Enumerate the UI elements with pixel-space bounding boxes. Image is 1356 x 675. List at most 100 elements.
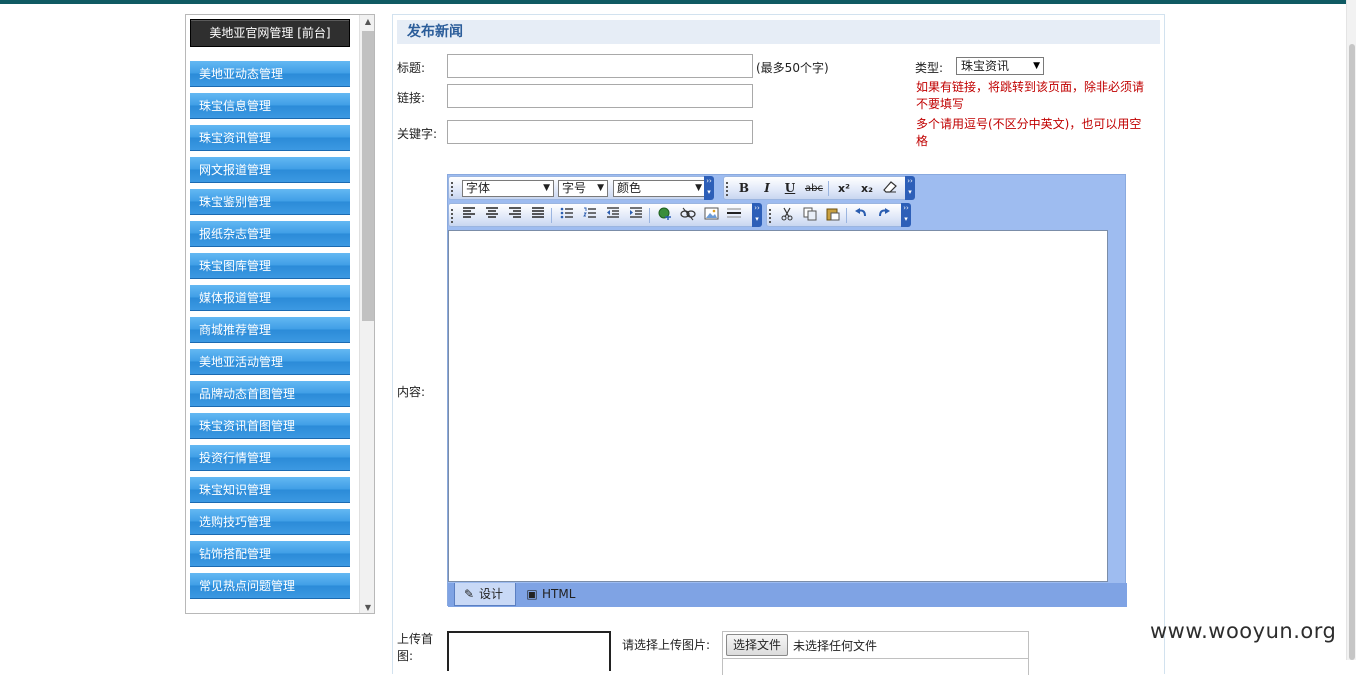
toolbar-grip-icon[interactable] (769, 209, 772, 223)
menu-item[interactable]: 珠宝资讯首图管理 (190, 413, 350, 439)
cut-icon[interactable] (777, 207, 797, 224)
scroll-down-arrow-icon[interactable]: ▼ (360, 601, 374, 613)
menu-item[interactable]: 珠宝资讯管理 (190, 125, 350, 151)
menu-item[interactable]: 珠宝鉴别管理 (190, 189, 350, 215)
font-color-select[interactable]: 颜色 ▼ (613, 180, 706, 197)
tab-html-label: HTML (542, 587, 576, 601)
unlink-icon[interactable] (678, 207, 698, 224)
font-family-label: 字体 (466, 181, 491, 195)
toolbar-separator (846, 208, 847, 223)
strikethrough-icon[interactable]: abc (803, 180, 825, 197)
link-label: 链接: (397, 91, 426, 105)
upload-prompt: 请选择上传图片: (622, 638, 711, 652)
toolbar-grip-icon[interactable] (726, 182, 729, 196)
indent-icon[interactable] (626, 207, 646, 224)
page-scrollbar[interactable] (1346, 0, 1356, 660)
align-right-icon[interactable] (505, 207, 525, 224)
toolbar-overflow-icon[interactable]: ›› ▾ (704, 176, 714, 200)
italic-icon[interactable]: I (757, 180, 777, 197)
menu-item[interactable]: 美地亚活动管理 (190, 349, 350, 375)
menu-header: 美地亚官网管理 [前台] (190, 19, 350, 47)
bullet-list-icon[interactable] (557, 207, 577, 224)
horizontal-rule-icon[interactable] (724, 207, 744, 224)
underline-icon[interactable]: U (780, 180, 800, 197)
menu-item[interactable]: 报纸杂志管理 (190, 221, 350, 247)
font-size-select[interactable]: 字号 ▼ (558, 180, 608, 197)
file-upload-field: 选择文件 未选择任何文件 (722, 631, 1029, 675)
keywords-input[interactable] (447, 120, 753, 144)
menu-item[interactable]: 媒体报道管理 (190, 285, 350, 311)
link-note: 如果有链接，将跳转到该页面，除非必须请不要填写 (916, 80, 1145, 111)
bold-icon[interactable]: B (734, 180, 754, 197)
subscript-icon[interactable]: x₂ (857, 180, 877, 197)
top-bar (0, 0, 1356, 4)
left-menu-frame: 美地亚官网管理 [前台] 美地亚动态管理 珠宝信息管理 珠宝资讯管理 网文报道管理 珠宝… (185, 14, 375, 614)
editor-content-area[interactable] (448, 230, 1108, 582)
menu-item[interactable]: 品牌动态首图管理 (190, 381, 350, 407)
file-status: 未选择任何文件 (793, 639, 878, 653)
copy-icon[interactable] (800, 207, 820, 224)
tab-html[interactable]: ▣ HTML (518, 583, 584, 606)
toolbar-grip-icon[interactable] (451, 209, 454, 223)
content-label: 内容: (397, 385, 426, 399)
watermark: www.wooyun.org (1150, 619, 1337, 643)
eraser-icon[interactable] (880, 180, 900, 197)
design-pencil-icon: ✎ (463, 587, 475, 601)
page-title: 发布新闻 (397, 20, 1160, 44)
edit-toolbar: ›› ▾ (766, 203, 911, 227)
paragraph-toolbar: ›› ▾ (448, 203, 762, 227)
toolbar-separator (828, 181, 829, 196)
toolbar-overflow-icon[interactable]: ›› ▾ (752, 203, 762, 227)
redo-icon[interactable] (874, 207, 894, 224)
toolbar-separator (551, 208, 552, 223)
menu-item[interactable]: 珠宝知识管理 (190, 477, 350, 503)
font-toolbar: 字体 ▼ 字号 ▼ 颜色 ▼ ›› ▾ (448, 176, 714, 200)
type-label: 类型: (915, 61, 944, 75)
align-justify-icon[interactable] (528, 207, 548, 224)
paste-icon[interactable] (823, 207, 843, 224)
align-left-icon[interactable] (459, 207, 479, 224)
outdent-icon[interactable] (603, 207, 623, 224)
keywords-label: 关键字: (397, 127, 438, 141)
dropdown-arrow-icon: ▼ (543, 183, 550, 193)
tab-design-label: 设计 (479, 587, 504, 601)
type-select[interactable]: 珠宝资讯 ▼ (956, 57, 1044, 75)
scroll-up-arrow-icon[interactable]: ▲ (360, 15, 374, 29)
menu-item[interactable]: 珠宝图库管理 (190, 253, 350, 279)
menu-item[interactable]: 网文报道管理 (190, 157, 350, 183)
menu-scrollbar[interactable]: ▲ ▼ (359, 15, 374, 613)
menu-item[interactable]: 常见热点问题管理 (190, 573, 350, 599)
menu-item[interactable]: 选购技巧管理 (190, 509, 350, 535)
undo-icon[interactable] (851, 207, 871, 224)
toolbar-overflow-icon[interactable]: ›› ▾ (905, 176, 915, 200)
dropdown-arrow-icon: ▼ (695, 183, 702, 193)
numbered-list-icon[interactable] (580, 207, 600, 224)
dropdown-arrow-icon: ▼ (597, 183, 604, 193)
menu-item[interactable]: 投资行情管理 (190, 445, 350, 471)
menu-item[interactable]: 珠宝信息管理 (190, 93, 350, 119)
menu-item[interactable]: 美地亚动态管理 (190, 61, 350, 87)
insert-image-icon[interactable] (701, 207, 721, 224)
insert-link-icon[interactable] (655, 207, 675, 224)
superscript-icon[interactable]: x² (834, 180, 854, 197)
toolbar-overflow-icon[interactable]: ›› ▾ (901, 203, 911, 227)
choose-file-button[interactable]: 选择文件 (726, 634, 789, 656)
html-page-icon: ▣ (526, 587, 538, 601)
font-family-select[interactable]: 字体 ▼ (462, 180, 554, 197)
left-menu: 美地亚官网管理 [前台] 美地亚动态管理 珠宝信息管理 珠宝资讯管理 网文报道管理 珠宝… (186, 15, 359, 613)
title-label: 标题: (397, 61, 426, 75)
tab-design[interactable]: ✎ 设计 (454, 583, 516, 606)
toolbar-separator (649, 208, 650, 223)
title-hint: (最多50个字) (756, 61, 829, 75)
menu-scrollbar-thumb[interactable] (362, 31, 374, 321)
toolbar-grip-icon[interactable] (451, 182, 454, 196)
keywords-note: 多个请用逗号(不区分中英文)，也可以用空格 (916, 117, 1142, 148)
page-scrollbar-thumb[interactable] (1349, 44, 1355, 660)
title-input[interactable] (447, 54, 753, 78)
menu-item[interactable]: 商城推荐管理 (190, 317, 350, 343)
dropdown-arrow-icon: ▼ (1033, 61, 1040, 71)
menu-item[interactable]: 钻饰搭配管理 (190, 541, 350, 567)
link-input[interactable] (447, 84, 753, 108)
image-preview-box (447, 631, 611, 671)
align-center-icon[interactable] (482, 207, 502, 224)
